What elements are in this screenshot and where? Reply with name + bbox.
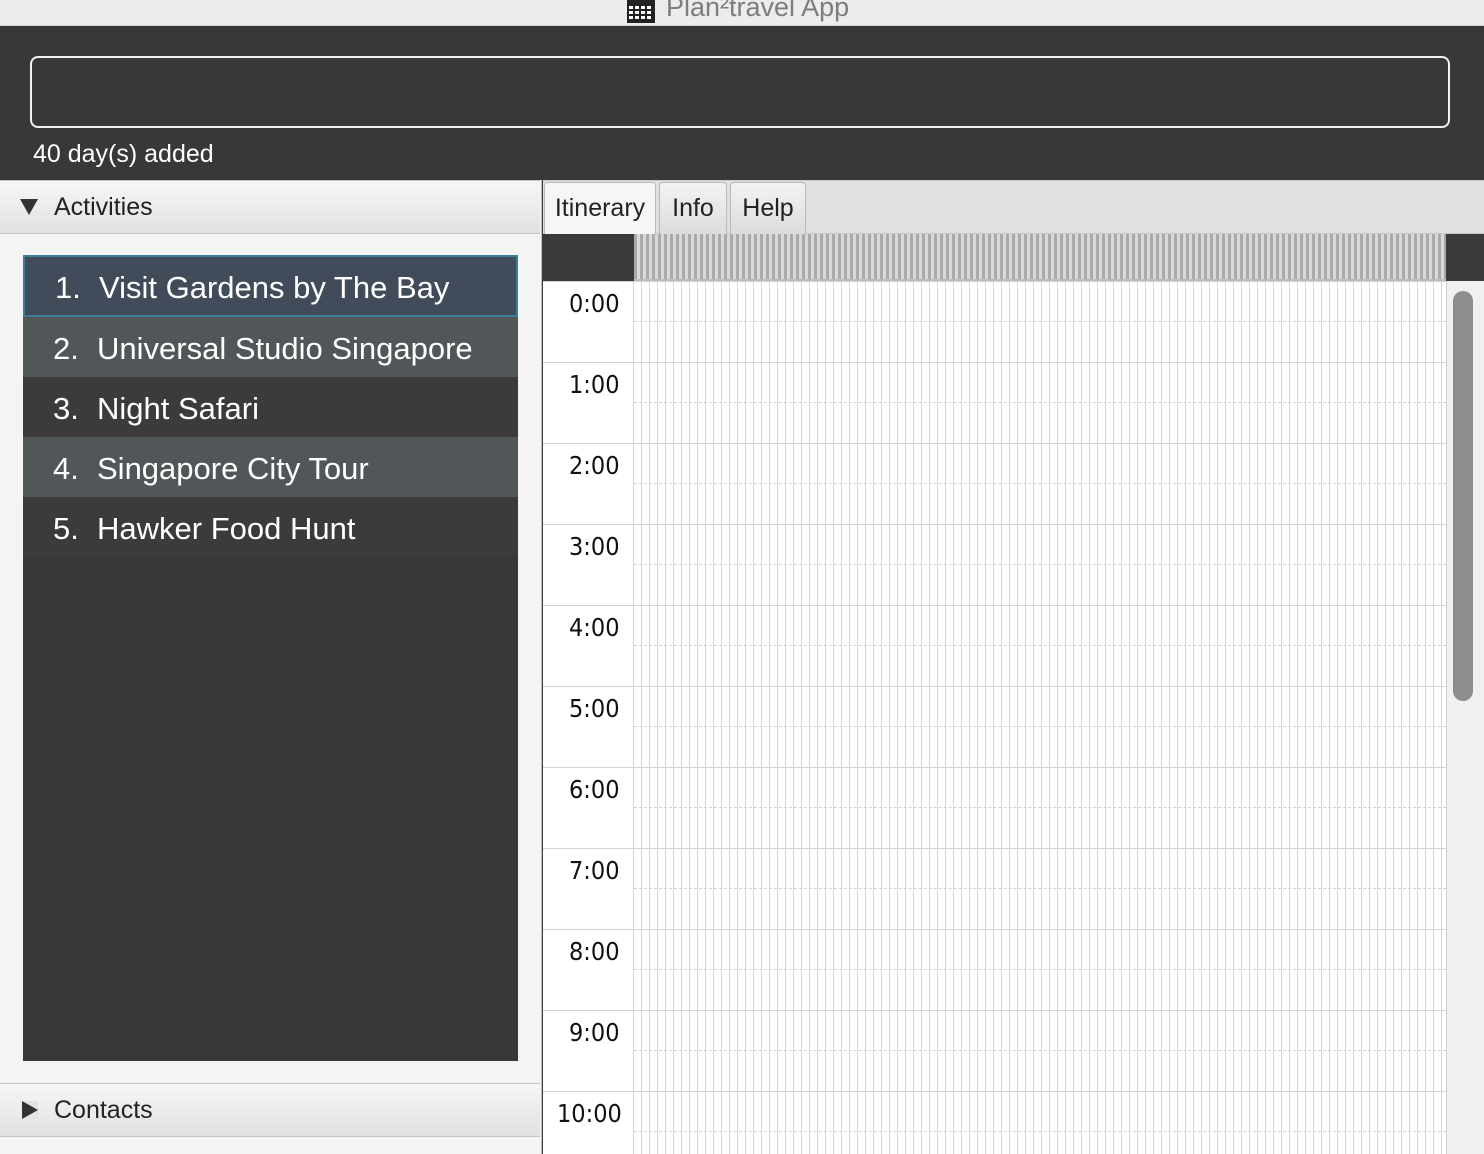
tab-info[interactable]: Info xyxy=(659,182,727,234)
left-panel: Activities 1. Visit Gardens by The Bay 2… xyxy=(0,180,542,1154)
hour-line xyxy=(543,443,1446,444)
half-hour-line xyxy=(634,888,1446,889)
half-hour-line xyxy=(634,321,1446,322)
activity-index: 4. xyxy=(53,451,79,486)
activity-list-item[interactable]: 4. Singapore City Tour xyxy=(23,437,518,497)
scrollbar-thumb[interactable] xyxy=(1453,291,1473,701)
half-hour-line xyxy=(634,402,1446,403)
activity-list-item[interactable]: 5. Hawker Food Hunt xyxy=(23,497,518,557)
tab-help[interactable]: Help xyxy=(730,182,806,234)
time-label: 3:00 xyxy=(569,532,620,561)
time-label: 6:00 xyxy=(569,775,620,804)
collapsed-arrow-icon xyxy=(22,1101,38,1119)
time-label: 1:00 xyxy=(569,370,620,399)
time-label: 8:00 xyxy=(569,937,620,966)
right-panel: Itinerary Info Help 0:00 1:00 2:00 3:00 4:00… xyxy=(543,180,1484,1154)
half-hour-line xyxy=(634,645,1446,646)
activity-name: Visit Gardens by The Bay xyxy=(99,270,450,305)
hour-line xyxy=(543,1010,1446,1011)
time-label: 9:00 xyxy=(569,1018,620,1047)
command-input[interactable] xyxy=(30,56,1450,128)
activity-list-item[interactable]: 1. Visit Gardens by The Bay xyxy=(23,255,518,317)
calendar-rows: 0:00 1:00 2:00 3:00 4:00 5:00 6:00 7:00 8:00 9:00… xyxy=(543,281,1446,1154)
hour-line xyxy=(543,1091,1446,1092)
half-hour-line xyxy=(634,483,1446,484)
time-label: 4:00 xyxy=(569,613,620,642)
activity-list[interactable]: 1. Visit Gardens by The Bay 2. Universal… xyxy=(23,255,518,1061)
calendar-day-header[interactable] xyxy=(634,234,1446,281)
activities-panel-title: Activities xyxy=(54,193,153,221)
calendar-scrollbar[interactable] xyxy=(1446,281,1484,1154)
tab-bar: Itinerary Info Help xyxy=(543,180,1484,234)
activity-index: 3. xyxy=(53,391,79,426)
activity-name: Hawker Food Hunt xyxy=(97,511,356,546)
hour-line xyxy=(543,929,1446,930)
window-title-bar: Plan²travel App xyxy=(0,0,1484,26)
half-hour-line xyxy=(634,807,1446,808)
activity-index: 5. xyxy=(53,511,79,546)
contacts-panel-header[interactable]: Contacts xyxy=(0,1083,540,1137)
time-label: 2:00 xyxy=(569,451,620,480)
hour-line xyxy=(543,686,1446,687)
time-label: 5:00 xyxy=(569,694,620,723)
hour-line xyxy=(543,362,1446,363)
hour-line xyxy=(543,281,1446,282)
expanded-arrow-icon xyxy=(20,199,38,215)
activity-name: Singapore City Tour xyxy=(97,451,369,486)
activities-panel-header[interactable]: Activities xyxy=(0,180,540,234)
half-hour-line xyxy=(634,969,1446,970)
activity-index: 2. xyxy=(53,331,79,366)
activity-index: 1. xyxy=(55,270,81,305)
window-title: Plan²travel App xyxy=(666,0,850,22)
activity-name: Universal Studio Singapore xyxy=(97,331,473,366)
time-label: 10:00 xyxy=(557,1099,622,1128)
activity-name: Night Safari xyxy=(97,391,259,426)
half-hour-line xyxy=(634,1050,1446,1051)
time-label: 7:00 xyxy=(569,856,620,885)
time-label: 0:00 xyxy=(569,289,620,318)
hour-line xyxy=(543,767,1446,768)
hour-line xyxy=(543,848,1446,849)
itinerary-calendar[interactable]: 0:00 1:00 2:00 3:00 4:00 5:00 6:00 7:00 8:00 9:00… xyxy=(543,234,1484,1154)
half-hour-line xyxy=(634,564,1446,565)
command-area: 40 day(s) added xyxy=(0,26,1484,180)
contacts-panel-title: Contacts xyxy=(54,1096,153,1124)
tab-itinerary[interactable]: Itinerary xyxy=(544,182,656,234)
half-hour-line xyxy=(634,1131,1446,1132)
activity-list-item[interactable]: 2. Universal Studio Singapore xyxy=(23,317,518,377)
activity-list-item[interactable]: 3. Night Safari xyxy=(23,377,518,437)
calendar-icon xyxy=(627,0,655,23)
result-message: 40 day(s) added xyxy=(33,140,214,168)
hour-line xyxy=(543,605,1446,606)
hour-line xyxy=(543,524,1446,525)
half-hour-line xyxy=(634,726,1446,727)
